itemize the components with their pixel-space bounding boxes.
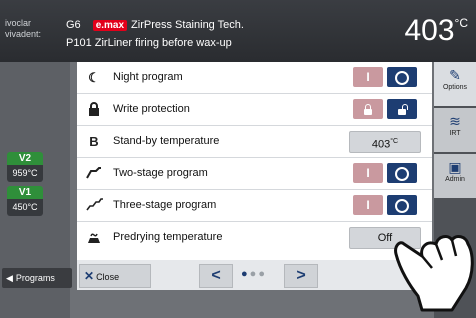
admin-label: Admin xyxy=(445,176,465,183)
v2-indicator: V2 959°C xyxy=(7,152,43,182)
pencil-icon: ✎ xyxy=(449,67,461,83)
options-dialog: ☾ Night program I Write protection B Sta… xyxy=(77,62,432,290)
moon-icon: ☾ xyxy=(88,70,100,85)
admin-button[interactable]: ▣ Admin xyxy=(434,154,476,198)
close-button[interactable]: ✕ Close xyxy=(79,264,151,288)
row-label: Stand-by temperature xyxy=(113,135,220,147)
standby-temperature-value: 403 xyxy=(371,138,391,151)
program-code: P101 xyxy=(66,37,92,49)
dialog-footer: ✕ Close < ●●● > xyxy=(77,260,432,290)
on-symbol: I xyxy=(366,70,370,84)
logo-line1: ivoclar xyxy=(5,18,32,28)
temperature-unit: °C xyxy=(454,16,468,30)
row-two-stage-program: Two-stage program I xyxy=(77,158,432,190)
chevron-left-icon: < xyxy=(211,267,221,284)
chevron-right-icon: > xyxy=(296,267,306,284)
page-dot-active: ● xyxy=(241,268,250,280)
ivoclar-logo: ivoclar vivadent: xyxy=(5,18,57,40)
previous-page-button[interactable]: < xyxy=(199,264,233,288)
on-symbol: I xyxy=(366,166,370,180)
admin-icon: ▣ xyxy=(448,159,462,175)
program-title: ZirLiner firing before wax-up xyxy=(94,37,232,49)
program-line: P101 ZirLiner firing before wax-up xyxy=(66,37,232,49)
row-label: Predrying temperature xyxy=(113,231,223,243)
three-stage-on-button[interactable]: I xyxy=(353,195,383,215)
on-symbol: I xyxy=(366,198,370,212)
lock-icon xyxy=(86,102,102,118)
circle-icon xyxy=(395,166,409,181)
options-label: Options xyxy=(442,84,468,91)
circle-icon xyxy=(395,70,409,85)
row-label: Three-stage program xyxy=(113,199,217,211)
temperature-value: 403 xyxy=(404,14,455,47)
close-icon: ✕ xyxy=(84,269,95,283)
three-stage-icon xyxy=(86,198,103,214)
options-button[interactable]: ✎ Options xyxy=(434,62,476,106)
programs-button[interactable]: ◀ Programs xyxy=(2,268,72,288)
standby-b-icon: B xyxy=(89,134,99,149)
night-program-off-button[interactable] xyxy=(387,67,417,87)
row-label: Night program xyxy=(113,71,183,83)
standby-temperature-button[interactable]: 403°C xyxy=(349,131,421,153)
row-standby-temperature: B Stand-by temperature 403°C xyxy=(77,126,432,158)
page-indicator: ●●● xyxy=(241,268,267,280)
unlocked-icon xyxy=(398,104,408,115)
v1-indicator: V1 450°C xyxy=(7,186,43,216)
write-protection-lock-button[interactable] xyxy=(353,99,383,119)
predrying-value: Off xyxy=(377,232,393,244)
page-dot: ● xyxy=(249,268,259,280)
group-title: ZirPress Staining Tech. xyxy=(131,19,244,31)
irt-label: IRT xyxy=(449,130,461,137)
header-bar: ivoclar vivadent: G6 e.max ZirPress Staini… xyxy=(0,0,476,62)
emax-brand-badge: e.max xyxy=(92,20,128,31)
row-label: Two-stage program xyxy=(113,167,208,179)
irt-icon: ≋ xyxy=(449,113,461,129)
v1-value: 450°C xyxy=(7,199,43,216)
row-night-program: ☾ Night program I xyxy=(77,62,432,94)
v2-value: 959°C xyxy=(7,165,43,182)
two-stage-icon xyxy=(86,166,102,182)
group-code: G6 xyxy=(66,19,81,31)
row-label: Write protection xyxy=(113,103,190,115)
v1-label: V1 xyxy=(7,186,43,199)
furnace-temperature: 403°C xyxy=(404,14,468,48)
program-group-line: G6 e.max ZirPress Staining Tech. xyxy=(66,19,244,31)
next-page-button[interactable]: > xyxy=(284,264,318,288)
programs-label: Programs xyxy=(15,273,55,283)
v2-label: V2 xyxy=(7,152,43,165)
two-stage-on-button[interactable]: I xyxy=(353,163,383,183)
write-protection-unlock-button[interactable] xyxy=(387,99,417,119)
irt-button[interactable]: ≋ IRT xyxy=(434,108,476,152)
logo-line2: vivadent: xyxy=(5,29,42,39)
locked-icon xyxy=(364,104,372,115)
page-dot: ● xyxy=(258,268,267,280)
row-three-stage-program: Three-stage program I xyxy=(77,190,432,222)
standby-temperature-unit: °C xyxy=(390,138,399,145)
close-label: Close xyxy=(96,272,120,282)
pointing-hand-icon xyxy=(394,235,474,312)
two-stage-off-button[interactable] xyxy=(387,163,417,183)
row-write-protection: Write protection xyxy=(77,94,432,126)
night-program-on-button[interactable]: I xyxy=(353,67,383,87)
predrying-icon xyxy=(86,230,102,246)
triangle-left-icon: ◀ xyxy=(6,273,13,283)
row-predrying-temperature: Predrying temperature Off xyxy=(77,222,432,253)
